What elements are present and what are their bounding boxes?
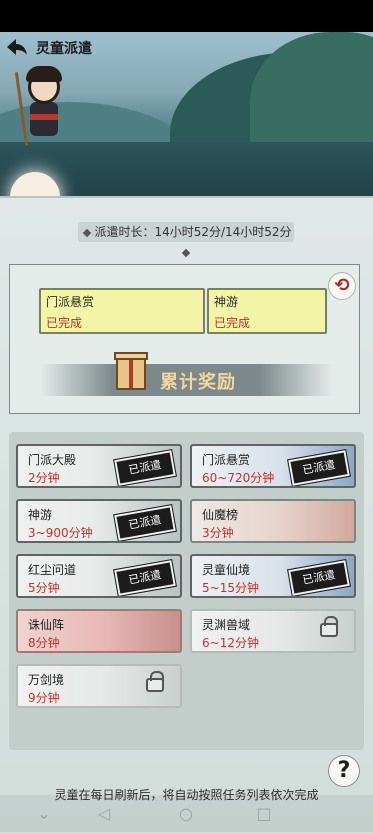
dispatch-duration: 派遣时长：14小时52分/14小时52分: [78, 222, 294, 257]
dispatched-stamp: 已派遣: [287, 448, 351, 486]
task-card-zhuxian-formation[interactable]: 诛仙阵 8分钟: [16, 609, 182, 653]
recents-square-icon[interactable]: □: [244, 795, 284, 832]
dispatched-stamp: 已派遣: [113, 558, 177, 596]
help-button[interactable]: ?: [328, 755, 360, 787]
task-time: 3分钟: [202, 526, 234, 540]
page-title: 灵童派遣: [36, 41, 92, 57]
task-time: 60~720分钟: [202, 471, 275, 485]
task-name: 诛仙阵: [28, 618, 65, 632]
task-name: 神游: [28, 508, 53, 522]
system-nav-bar: ⌄ ◁ ○ □: [0, 795, 373, 832]
task-time: 8分钟: [28, 636, 60, 650]
dispatched-stamp: 已派遣: [287, 558, 351, 596]
spirit-child-avatar[interactable]: [14, 64, 74, 150]
task-time: 5~15分钟: [202, 581, 259, 595]
completed-task-status: 已完成: [214, 316, 251, 330]
diamond-icon: [83, 228, 92, 237]
lock-icon: [320, 616, 338, 637]
status-bar: [0, 0, 373, 32]
task-time: 5分钟: [28, 581, 60, 595]
task-card-spirit-realm[interactable]: 灵童仙境 5~15分钟 已派遣: [190, 554, 356, 598]
task-name: 仙魔榜: [202, 508, 239, 522]
lock-icon: [146, 671, 164, 692]
task-name: 灵渊兽域: [202, 618, 251, 632]
task-card-spirit-travel[interactable]: 神游 3~900分钟 已派遣: [16, 499, 182, 543]
completed-task-status: 已完成: [46, 316, 83, 330]
task-time: 6~12分钟: [202, 636, 259, 650]
menu-icon[interactable]: ⌄: [24, 795, 64, 832]
back-arrow-icon: [7, 39, 27, 55]
task-card-sect-hall[interactable]: 门派大殿 2分钟 已派遣: [16, 444, 182, 488]
dispatched-stamp: 已派遣: [113, 503, 177, 541]
task-time: 9分钟: [28, 691, 60, 705]
task-name: 红尘问道: [28, 563, 77, 577]
task-card-ten-thousand-swords[interactable]: 万剑境 9分钟: [16, 664, 182, 708]
completed-task-card: 门派悬赏 已完成: [39, 288, 205, 334]
task-name: 门派悬赏: [202, 453, 251, 467]
task-card-sect-bounty[interactable]: 门派悬赏 60~720分钟 已派遣: [190, 444, 356, 488]
diamond-icon: [181, 248, 191, 257]
back-triangle-icon[interactable]: ◁: [84, 795, 124, 832]
task-name: 门派大殿: [28, 453, 77, 467]
back-arrow-icon[interactable]: [4, 37, 30, 57]
completed-task-card: 神游 已完成: [207, 288, 327, 334]
completed-task-name: 神游: [214, 295, 239, 309]
task-time: 3~900分钟: [28, 526, 93, 540]
top-bar: 灵童派遣: [0, 32, 373, 62]
home-circle-icon[interactable]: ○: [166, 795, 206, 832]
dispatched-stamp: 已派遣: [113, 448, 177, 486]
task-card-abyss-beast-domain[interactable]: 灵渊兽域 6~12分钟: [190, 609, 356, 653]
task-name: 万剑境: [28, 673, 65, 687]
duration-text: 派遣时长：14小时52分/14小时52分: [94, 225, 292, 239]
gift-box-icon: [114, 352, 148, 390]
task-card-immortal-demon-ranking[interactable]: 仙魔榜 3分钟: [190, 499, 356, 543]
avatar-belt: [30, 114, 58, 120]
task-name: 灵童仙境: [202, 563, 251, 577]
cumulative-reward-label: 累计奖励: [160, 372, 236, 393]
staff: [14, 72, 29, 146]
avatar-hair: [26, 66, 62, 82]
task-card-mortal-dao[interactable]: 红尘问道 5分钟 已派遣: [16, 554, 182, 598]
completed-task-name: 门派悬赏: [46, 295, 95, 309]
refresh-icon[interactable]: ⟲: [328, 272, 356, 300]
task-time: 2分钟: [28, 471, 60, 485]
